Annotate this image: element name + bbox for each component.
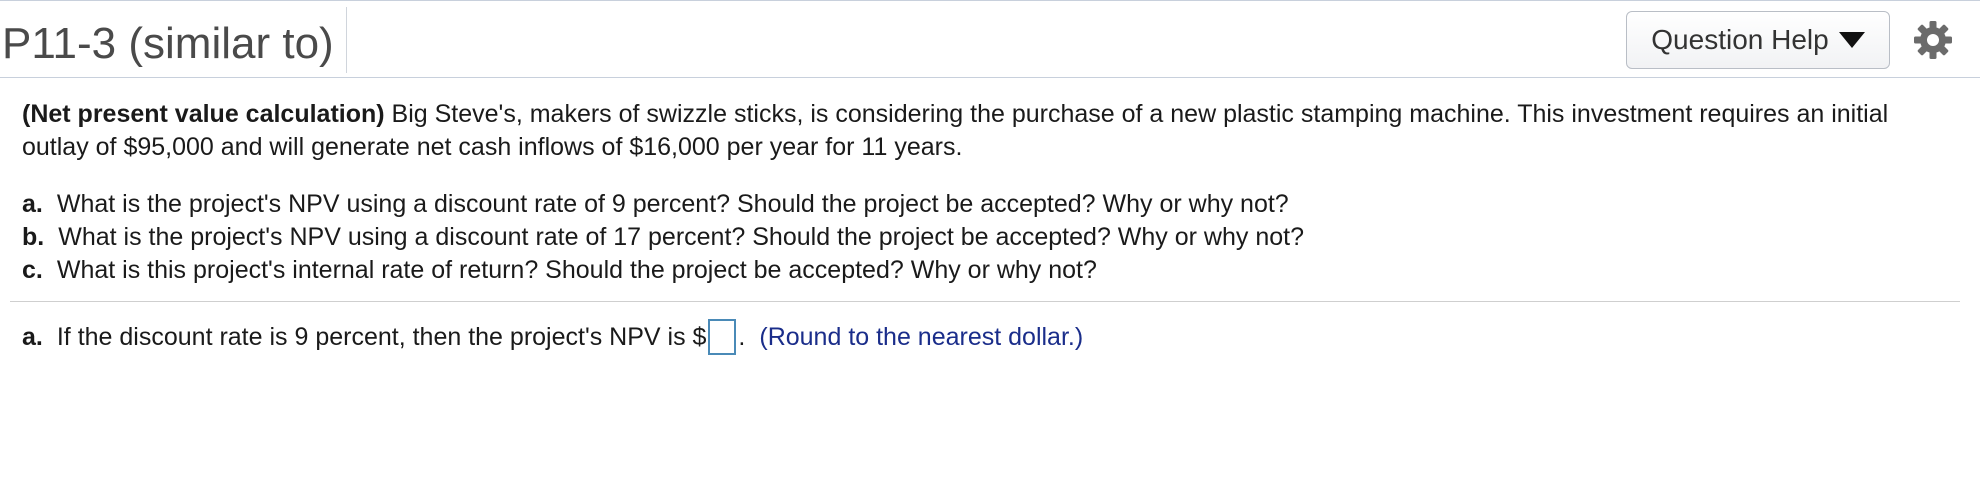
part-text: What is the project's NPV using a discou… <box>56 190 1289 218</box>
question-parts-list: a. What is the project's NPV using a disc… <box>22 188 1304 287</box>
page-title: P11-3 (similar to) <box>2 19 334 68</box>
answer-suffix: . <box>738 323 746 351</box>
section-divider <box>10 301 1960 302</box>
part-text: What is this project's internal rate of … <box>56 256 1097 284</box>
title-divider <box>346 7 347 73</box>
answer-row: a. If the discount rate is 9 percent, th… <box>22 318 1083 356</box>
question-help-label: Question Help <box>1651 24 1829 55</box>
rounding-hint: (Round to the nearest dollar.) <box>759 323 1084 351</box>
answer-letter: a. <box>22 323 43 351</box>
part-letter: a. <box>22 190 43 218</box>
part-letter: b. <box>22 223 45 251</box>
question-part-a: a. What is the project's NPV using a disc… <box>22 188 1304 221</box>
gear-icon[interactable] <box>1912 19 1954 61</box>
answer-prefix: If the discount rate is 9 percent, then … <box>56 323 707 351</box>
header-bar: P11-3 (similar to) Question Help <box>0 0 1980 78</box>
triangle-down-icon <box>1838 32 1865 48</box>
question-help-button[interactable]: Question Help <box>1626 11 1890 69</box>
question-part-b: b. What is the project's NPV using a disc… <box>22 221 1304 254</box>
problem-bold-lead: (Net present value calculation) <box>22 100 385 128</box>
npv-answer-input[interactable] <box>708 319 737 355</box>
part-text: What is the project's NPV using a discou… <box>58 223 1304 251</box>
part-letter: c. <box>22 256 43 284</box>
question-part-c: c. What is this project's internal rate o… <box>22 254 1304 287</box>
page: P11-3 (similar to) Question Help (Net pr… <box>0 0 1980 490</box>
problem-statement: (Net present value calculation) Big Stev… <box>22 98 1952 164</box>
